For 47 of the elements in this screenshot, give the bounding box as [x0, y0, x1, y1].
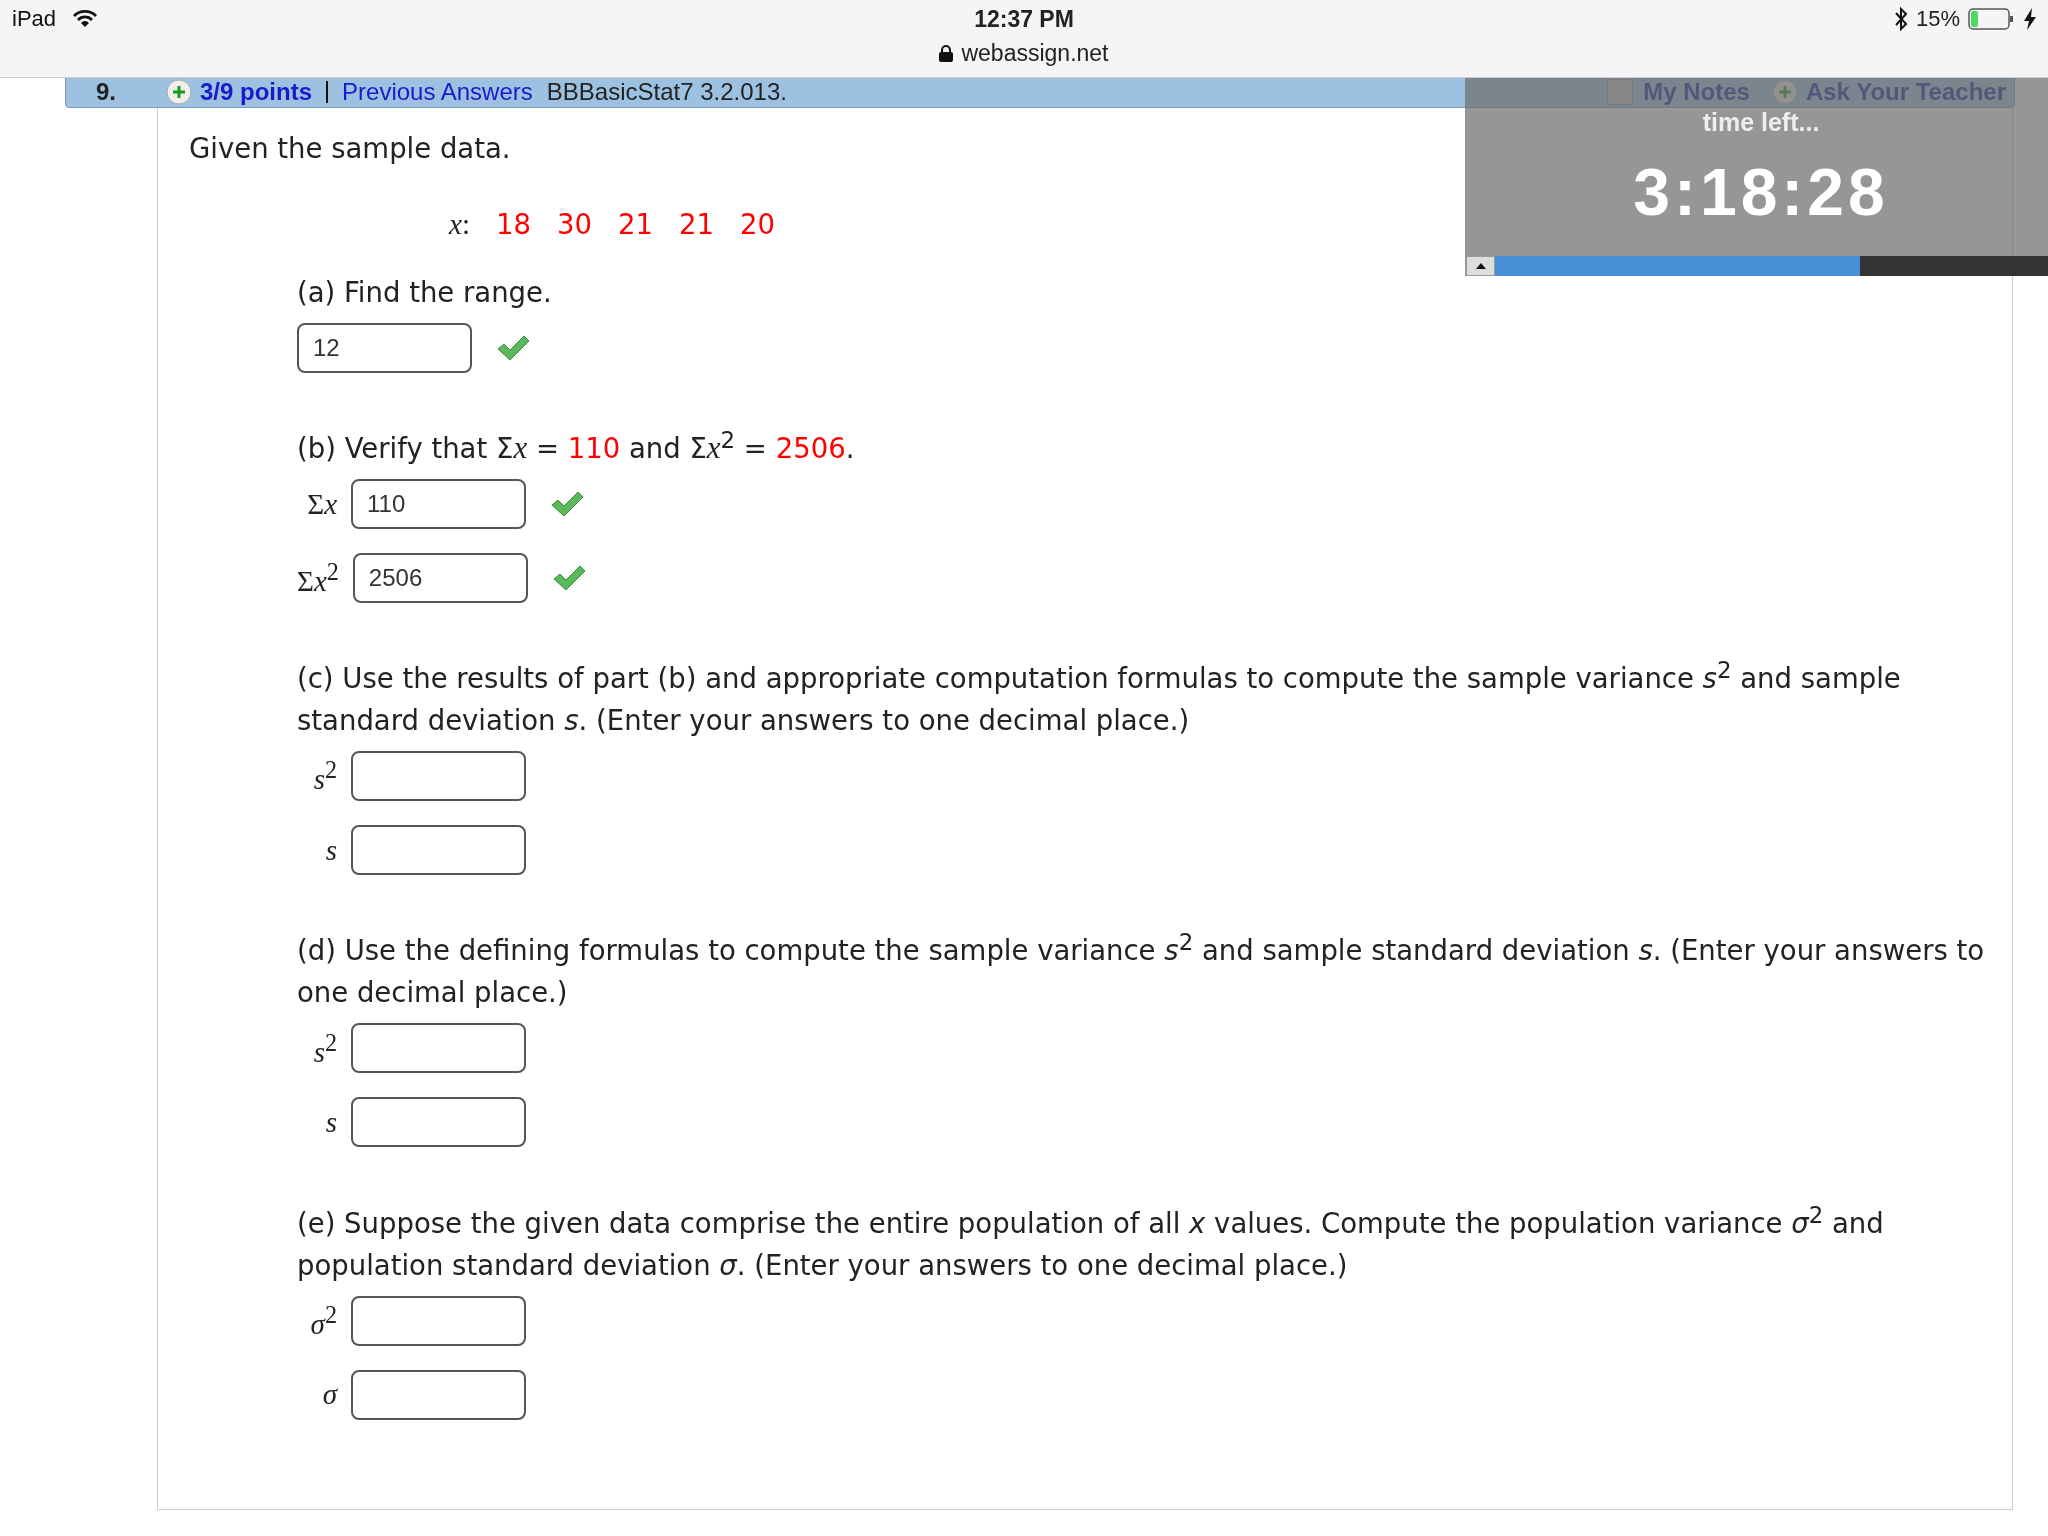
caret-up-icon — [1474, 262, 1487, 270]
answer-label: s$^{2}$ — [312, 1028, 337, 1069]
previous-answers-link[interactable]: Previous Answers — [342, 78, 533, 106]
device-name: iPad — [12, 6, 57, 32]
data-value: 30 — [556, 208, 592, 240]
timer-value: 3:18:28 — [1632, 154, 1890, 230]
answer-field[interactable] — [351, 1097, 526, 1148]
wifi-icon — [72, 8, 98, 28]
charging-icon — [2024, 8, 2036, 30]
answer-field[interactable] — [351, 825, 526, 876]
collapse-button[interactable] — [1466, 256, 1495, 276]
answer-field[interactable] — [351, 1295, 526, 1346]
data-label: x: — [449, 208, 470, 241]
points-text: 3/9 points — [200, 78, 313, 106]
question-number: 9. — [96, 78, 117, 106]
data-value: 18 — [495, 208, 531, 240]
question-text: (c) Use the results of part (b) and appropriate computation formulas to compute the sample variance s$^{2}$ and sample standard deviation s. (Enter your answers to one decimal place.) — [297, 656, 1902, 739]
lock-icon — [939, 45, 954, 62]
answer-field[interactable] — [351, 751, 526, 802]
question-text: (e) Suppose the given data comprise the entire population of all x values. Compute the population variance σ$^{2}$ and population standard deviation σ. (Enter your answers to one decimal place.) — [297, 1200, 1885, 1283]
data-value: 21 — [617, 208, 653, 240]
bluetooth-icon — [1893, 7, 1908, 31]
answer-field[interactable] — [351, 1023, 526, 1074]
answer-field[interactable]: 110 — [351, 479, 526, 530]
url-text[interactable]: webassign.net — [961, 40, 1109, 67]
timer-label: time left... — [1701, 108, 1821, 137]
answer-field[interactable]: 2506 — [352, 553, 528, 604]
answer-field[interactable] — [351, 1369, 526, 1420]
clock-time: 12:37 PM — [974, 6, 1074, 33]
answer-label: σ — [321, 1378, 337, 1412]
plus-icon[interactable] — [166, 79, 192, 105]
battery-icon — [1968, 8, 2016, 30]
answer-label: s — [324, 1105, 337, 1139]
question-text: (b) Verify that Σx = 110 and Σx$^{2}$ = 2506. — [297, 426, 855, 468]
data-value: 20 — [739, 208, 775, 240]
battery-percent: 15% — [1915, 6, 1960, 32]
answer-label: s — [324, 833, 337, 867]
answer-label: Σx$^{2}$ — [297, 558, 339, 598]
question-text: (a) Find the range. — [297, 275, 552, 310]
answer-field[interactable]: 12 — [297, 323, 472, 373]
intro-text: Given the sample data. — [189, 132, 512, 164]
data-value: 21 — [678, 208, 714, 240]
answer-label: σ$^{2}$ — [309, 1300, 337, 1341]
question-text: (d) Use the defining formulas to compute the sample variance s$^{2}$ and sample standard deviation s. (Enter your answers to one decimal place.) — [297, 928, 1986, 1011]
answer-label: s$^{2}$ — [312, 756, 337, 797]
answer-label: Σx — [306, 487, 337, 521]
source-text: BBBasicStat7 3.2.013. — [546, 78, 787, 106]
